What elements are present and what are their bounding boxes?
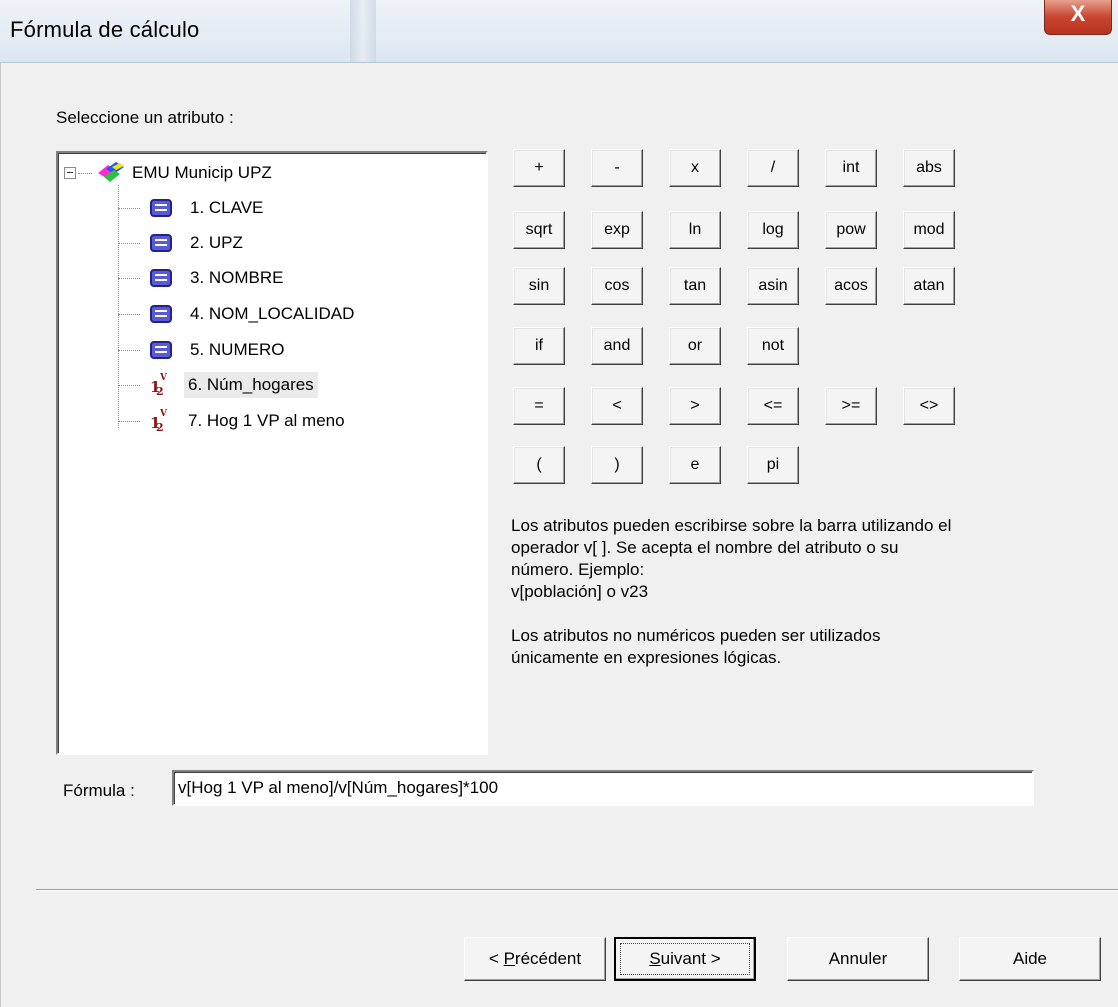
text-attribute-icon [150, 199, 172, 217]
op-pi-button[interactable]: pi [747, 446, 799, 484]
op-less-equal-button[interactable]: <= [747, 387, 799, 425]
tree-root[interactable]: EMU Municip UPZ [64, 161, 272, 185]
numeric-attribute-icon: 1V2 [150, 409, 167, 434]
op-asin-button[interactable]: asin [747, 267, 799, 305]
op-greater-equal-button[interactable]: >= [825, 387, 877, 425]
op-equal-button[interactable]: = [513, 387, 565, 425]
tree-root-label: EMU Municip UPZ [132, 163, 272, 182]
tree-item-nom-localidad[interactable]: 4. NOM_LOCALIDAD [118, 299, 358, 329]
op-or-button[interactable]: or [669, 327, 721, 365]
op-abs-button[interactable]: abs [903, 149, 955, 187]
cancel-button[interactable]: Annuler [787, 937, 929, 981]
help-button[interactable]: Aide [959, 937, 1101, 981]
op-minus-button[interactable]: - [591, 149, 643, 187]
op-log-button[interactable]: log [747, 211, 799, 249]
close-button[interactable]: X [1044, 0, 1112, 35]
tree-item-upz[interactable]: 2. UPZ [118, 228, 247, 258]
tree-item-hog-1-vp[interactable]: 1V2 7. Hog 1 VP al meno [118, 406, 349, 436]
op-greater-than-button[interactable]: > [669, 387, 721, 425]
formula-input[interactable] [172, 770, 1034, 806]
text-attribute-icon [150, 234, 172, 252]
text-attribute-icon [150, 305, 172, 323]
op-close-paren-button[interactable]: ) [591, 446, 643, 484]
window-title: Fórmula de cálculo [10, 17, 200, 42]
op-less-than-button[interactable]: < [591, 387, 643, 425]
select-attribute-label: Seleccione un atributo : [56, 108, 234, 127]
op-atan-button[interactable]: atan [903, 267, 955, 305]
close-icon: X [1070, 1, 1086, 26]
title-bar: Fórmula de cálculo X [0, 0, 1118, 63]
op-cos-button[interactable]: cos [591, 267, 643, 305]
op-pow-button[interactable]: pow [825, 211, 877, 249]
op-ln-button[interactable]: ln [669, 211, 721, 249]
op-tan-button[interactable]: tan [669, 267, 721, 305]
collapse-icon[interactable] [64, 167, 76, 179]
tree-item-clave[interactable]: 1. CLAVE [118, 193, 267, 223]
op-mod-button[interactable]: mod [903, 211, 955, 249]
op-and-button[interactable]: and [591, 327, 643, 365]
numeric-attribute-icon: 1V2 [150, 373, 167, 398]
tree-item-num-hogares[interactable]: 1V2 6. Núm_hogares [118, 370, 318, 400]
op-e-button[interactable]: e [669, 446, 721, 484]
tree-item-numero[interactable]: 5. NUMERO [118, 335, 288, 365]
previous-button[interactable]: < Précédent [464, 937, 606, 981]
op-if-button[interactable]: if [513, 327, 565, 365]
op-plus-button[interactable]: + [513, 149, 565, 187]
title-bar-separator [350, 0, 376, 62]
next-button[interactable]: Suivant > [614, 937, 756, 981]
op-sin-button[interactable]: sin [513, 267, 565, 305]
attribute-tree[interactable]: EMU Municip UPZ 1. CLAVE 2. UPZ 3. NOMBR… [56, 151, 488, 755]
op-open-paren-button[interactable]: ( [513, 446, 565, 484]
op-sqrt-button[interactable]: sqrt [513, 211, 565, 249]
text-attribute-icon [150, 341, 172, 359]
formula-label: Fórmula : [63, 781, 135, 800]
footer-separator [36, 889, 1118, 891]
text-attribute-icon [150, 269, 172, 287]
op-not-button[interactable]: not [747, 327, 799, 365]
op-divide-button[interactable]: / [747, 149, 799, 187]
op-not-equal-button[interactable]: <> [903, 387, 955, 425]
op-exp-button[interactable]: exp [591, 211, 643, 249]
dialog-content: Seleccione un atributo : EMU Municip UPZ… [0, 63, 1118, 1007]
tree-item-nombre[interactable]: 3. NOMBRE [118, 263, 288, 293]
layer-icon [98, 162, 124, 182]
help-text: Los atributos pueden escribirse sobre la… [511, 516, 952, 667]
op-acos-button[interactable]: acos [825, 267, 877, 305]
op-int-button[interactable]: int [825, 149, 877, 187]
op-multiply-button[interactable]: x [669, 149, 721, 187]
